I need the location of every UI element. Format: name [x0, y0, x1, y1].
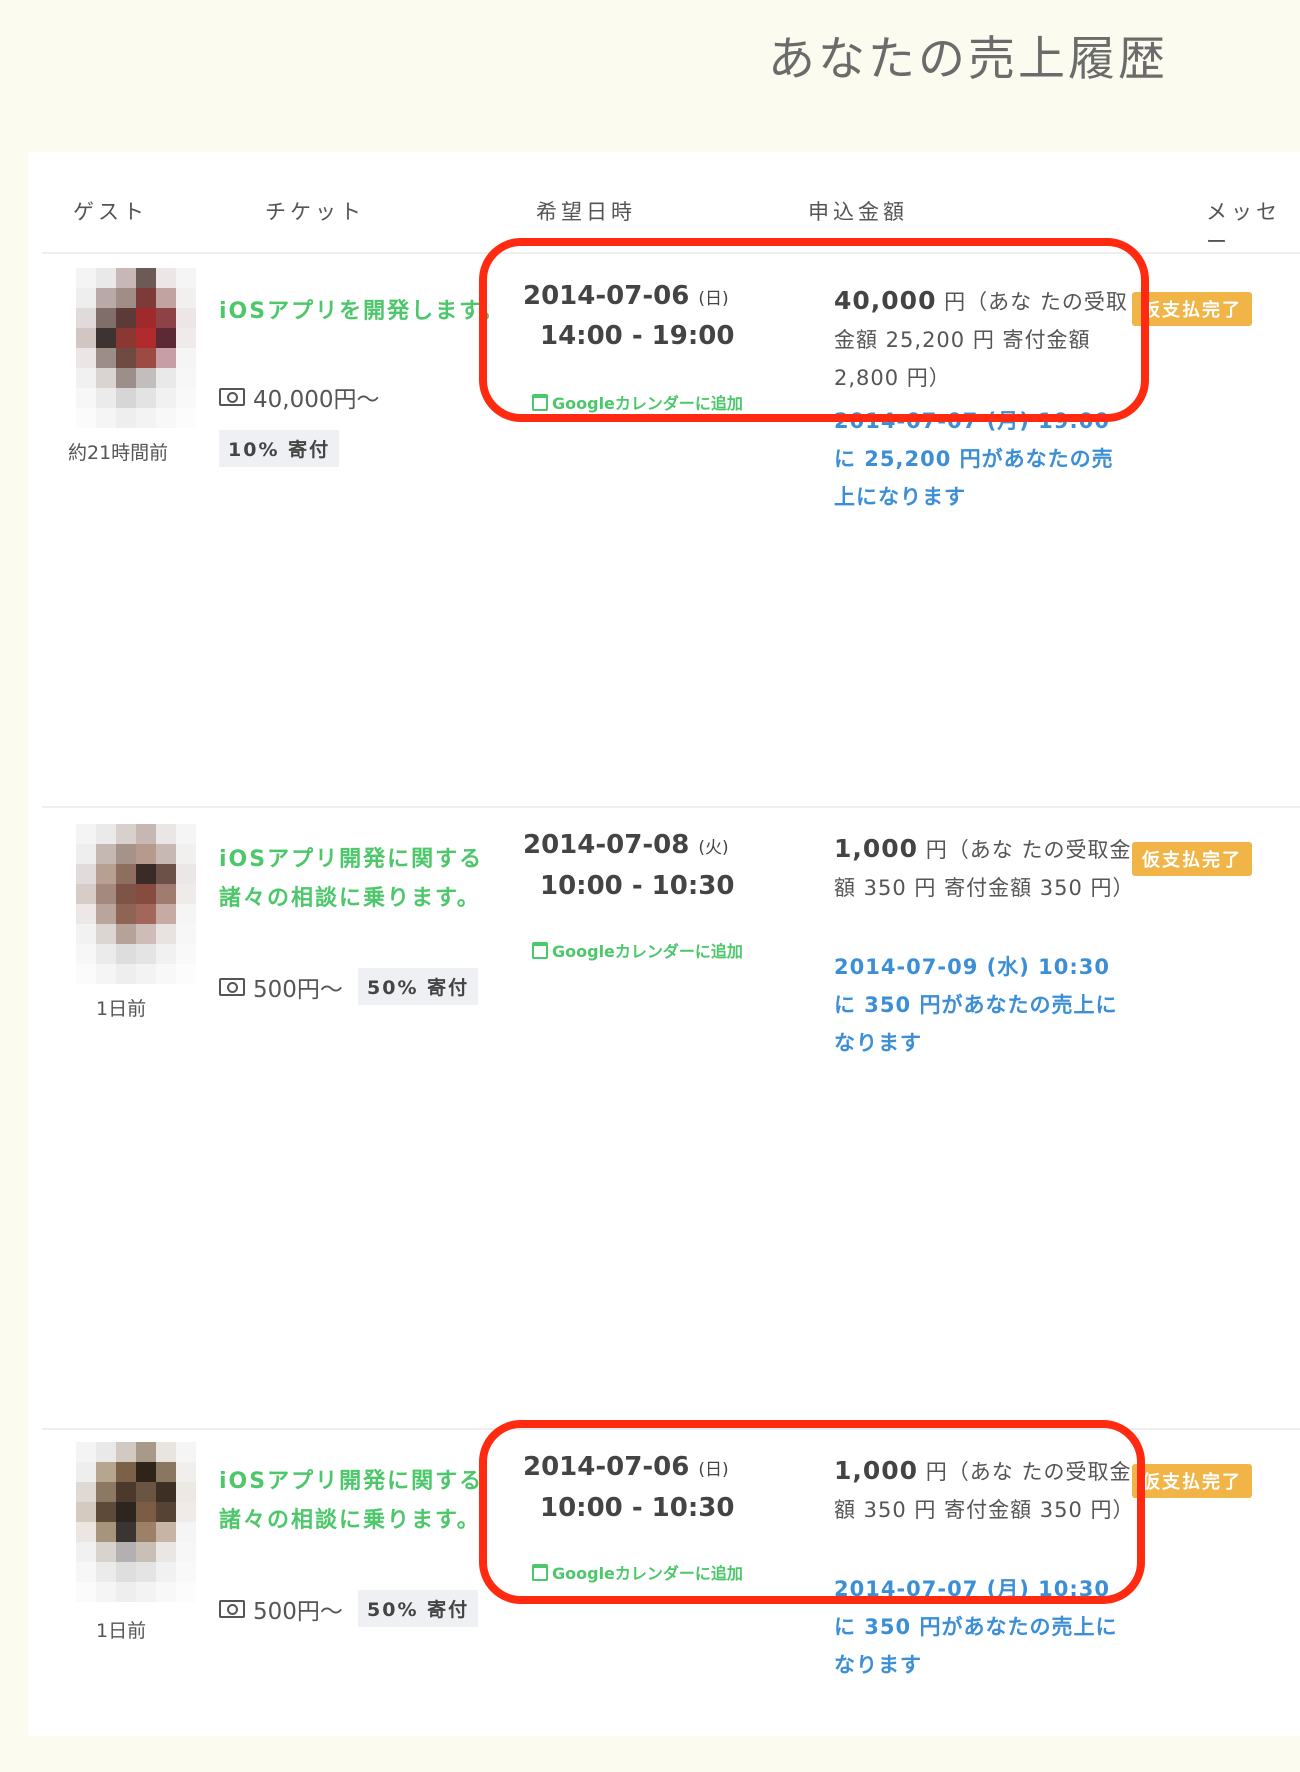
weekday: (火): [698, 838, 729, 858]
table-row: 1日前 iOSアプリ開発に関する諸々の相談に乗ります。 500円〜 50% 寄付…: [28, 808, 1300, 1368]
time-ago: 1日前: [96, 998, 147, 1020]
date-value: 2014-07-06: [523, 1452, 690, 1482]
header-amount: 申込金額: [808, 200, 908, 224]
gcal-label: Googleカレンダーに追加: [552, 942, 743, 961]
header-guest: ゲスト: [73, 200, 148, 224]
ticket-title-link[interactable]: iOSアプリ開発に関する諸々の相談に乗ります。: [219, 1462, 509, 1540]
table-row: 1日前 iOSアプリ開発に関する諸々の相談に乗ります。 500円〜 50% 寄付…: [28, 1430, 1300, 1730]
preferred-date: 2014-07-06 (日): [523, 281, 729, 311]
status-badge: 仮支払完了: [1132, 1464, 1252, 1498]
gcal-label: Googleカレンダーに追加: [552, 1564, 743, 1583]
money-icon: [219, 1600, 245, 1618]
ticket-price: 40,000円〜: [219, 380, 379, 414]
amount-value: 1,000: [834, 834, 919, 863]
header-datetime: 希望日時: [536, 200, 636, 224]
calendar-icon: [532, 1563, 548, 1581]
time-range: 14:00 - 19:00: [540, 321, 735, 351]
calendar-icon: [532, 941, 548, 959]
calendar-icon: [532, 393, 548, 411]
table-header: ゲスト チケット 希望日時 申込金額 メッセー: [28, 152, 1300, 254]
avatar[interactable]: [76, 268, 196, 428]
status-badge: 仮支払完了: [1132, 292, 1252, 326]
donation-tag: 50% 寄付: [358, 1590, 479, 1627]
time-range: 10:00 - 10:30: [540, 1493, 735, 1523]
price-value: 500円〜: [253, 1599, 343, 1625]
google-calendar-link[interactable]: Googleカレンダーに追加: [532, 1560, 743, 1584]
avatar[interactable]: [76, 1442, 196, 1602]
ticket-price: 500円〜: [219, 1592, 343, 1626]
money-icon: [219, 978, 245, 996]
page-title: あなたの売上履歴: [768, 32, 1168, 87]
status-badge: 仮支払完了: [1132, 842, 1252, 876]
preferred-date: 2014-07-06 (日): [523, 1452, 729, 1482]
ticket-title-link[interactable]: iOSアプリ開発に関する諸々の相談に乗ります。: [219, 840, 509, 918]
time-ago: 1日前: [96, 1620, 147, 1642]
gcal-label: Googleカレンダーに追加: [552, 394, 743, 413]
date-value: 2014-07-06: [523, 281, 690, 311]
donation-tag: 50% 寄付: [358, 968, 479, 1005]
date-value: 2014-07-08: [523, 830, 690, 860]
time-range: 10:00 - 10:30: [540, 871, 735, 901]
price-value: 40,000円〜: [253, 387, 380, 413]
weekday: (日): [698, 1460, 729, 1480]
ticket-price: 500円〜: [219, 970, 343, 1004]
application-amount: 40,000 円（あな たの受取金額 25,200 円 寄付金額 2,800 円…: [834, 282, 1134, 397]
time-ago: 約21時間前: [68, 442, 169, 464]
amount-value: 1,000: [834, 1456, 919, 1485]
sales-note-link[interactable]: 2014-07-07 (月) 19:00 に 25,200 円があなたの売上にな…: [834, 402, 1134, 516]
sales-history-table: ゲスト チケット 希望日時 申込金額 メッセー 約21時間前 iOSアプリを開発…: [28, 152, 1300, 1736]
application-amount: 1,000 円（あな たの受取金額 350 円 寄付金額 350 円）: [834, 830, 1134, 907]
application-amount: 1,000 円（あな たの受取金額 350 円 寄付金額 350 円）: [834, 1452, 1134, 1529]
sales-note-link[interactable]: 2014-07-09 (水) 10:30 に 350 円があなたの売上になります: [834, 948, 1134, 1062]
table-row: 約21時間前 iOSアプリを開発します。 40,000円〜 10% 寄付 201…: [28, 254, 1300, 814]
avatar[interactable]: [76, 824, 196, 984]
google-calendar-link[interactable]: Googleカレンダーに追加: [532, 938, 743, 962]
google-calendar-link[interactable]: Googleカレンダーに追加: [532, 390, 743, 414]
money-icon: [219, 388, 245, 406]
weekday: (日): [698, 289, 729, 309]
price-value: 500円〜: [253, 977, 343, 1003]
amount-value: 40,000: [834, 286, 937, 315]
ticket-title-link[interactable]: iOSアプリを開発します。: [219, 292, 509, 331]
preferred-date: 2014-07-08 (火): [523, 830, 729, 860]
header-message: メッセー: [1206, 200, 1281, 254]
sales-note-link[interactable]: 2014-07-07 (月) 10:30 に 350 円があなたの売上になります: [834, 1570, 1134, 1684]
donation-tag: 10% 寄付: [219, 430, 340, 467]
header-ticket: チケット: [265, 200, 365, 224]
